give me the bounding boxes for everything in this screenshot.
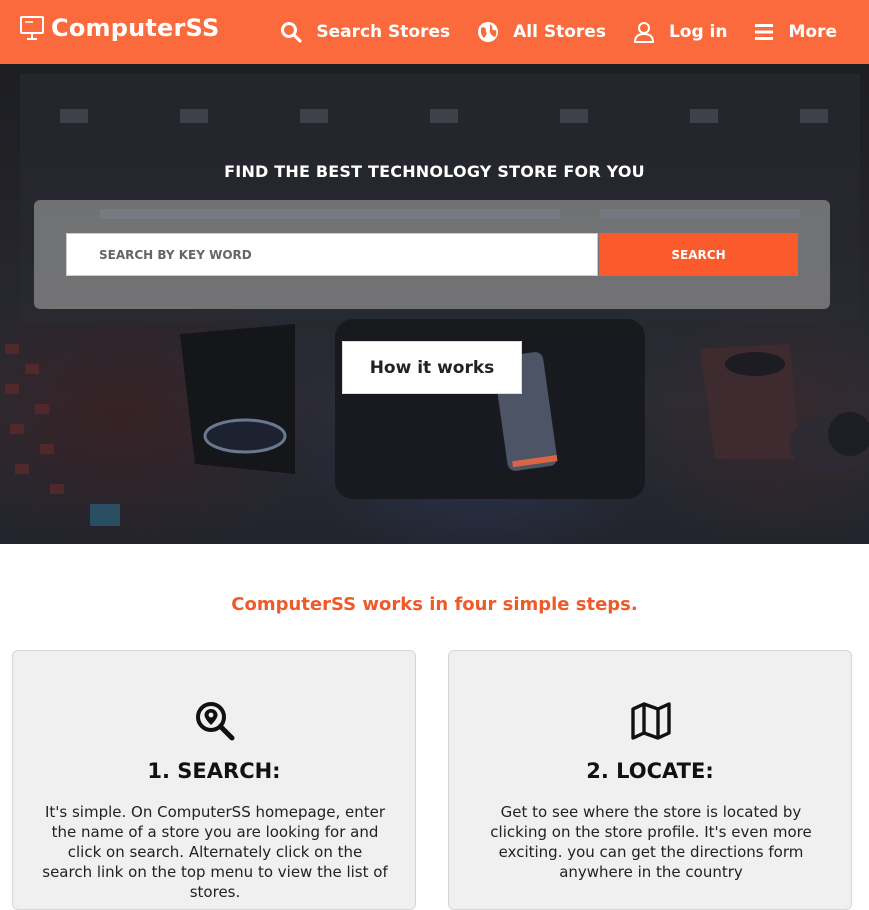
nav-all-stores[interactable]: All Stores (477, 21, 606, 43)
map-icon (631, 702, 671, 740)
step-card-search: 1. SEARCH: It's simple. On ComputerSS ho… (12, 650, 416, 910)
hero-banner: FIND THE BEST TECHNOLOGY STORE FOR YOU S… (0, 64, 869, 544)
main-nav: Search Stores All Stores Log in More (253, 0, 837, 64)
step-title: 2. LOCATE: (586, 759, 714, 783)
step-card-locate: 2. LOCATE: Get to see where the store is… (448, 650, 852, 910)
search-panel: SEARCH (34, 200, 830, 309)
nav-label: More (788, 22, 837, 42)
how-it-works-button[interactable]: How it works (342, 341, 522, 394)
nav-label: Search Stores (316, 22, 451, 42)
step-description: Get to see where the store is located by… (490, 803, 812, 881)
search-button[interactable]: SEARCH (599, 233, 798, 276)
user-icon (633, 22, 654, 43)
search-location-icon (196, 702, 235, 741)
step-description: It's simple. On ComputerSS homepage, ent… (42, 803, 388, 901)
nav-label: Log in (668, 22, 728, 42)
brand-logo[interactable]: ComputerSS (19, 14, 219, 42)
nav-more[interactable]: More (754, 22, 837, 42)
search-input[interactable] (66, 233, 598, 276)
step-title: 1. SEARCH: (147, 759, 281, 783)
nav-label: All Stores (513, 22, 606, 42)
steps-heading: ComputerSS works in four simple steps. (231, 594, 638, 615)
globe-icon (478, 22, 499, 42)
search-icon (281, 22, 302, 43)
top-header: ComputerSS Search Stores All Stores Log … (0, 0, 869, 64)
monitor-icon (20, 16, 44, 40)
nav-search-stores[interactable]: Search Stores (280, 21, 450, 43)
menu-icon (755, 24, 774, 40)
brand-name: ComputerSS (51, 14, 220, 42)
hero-title: FIND THE BEST TECHNOLOGY STORE FOR YOU (224, 162, 645, 181)
nav-login[interactable]: Log in (633, 21, 728, 43)
